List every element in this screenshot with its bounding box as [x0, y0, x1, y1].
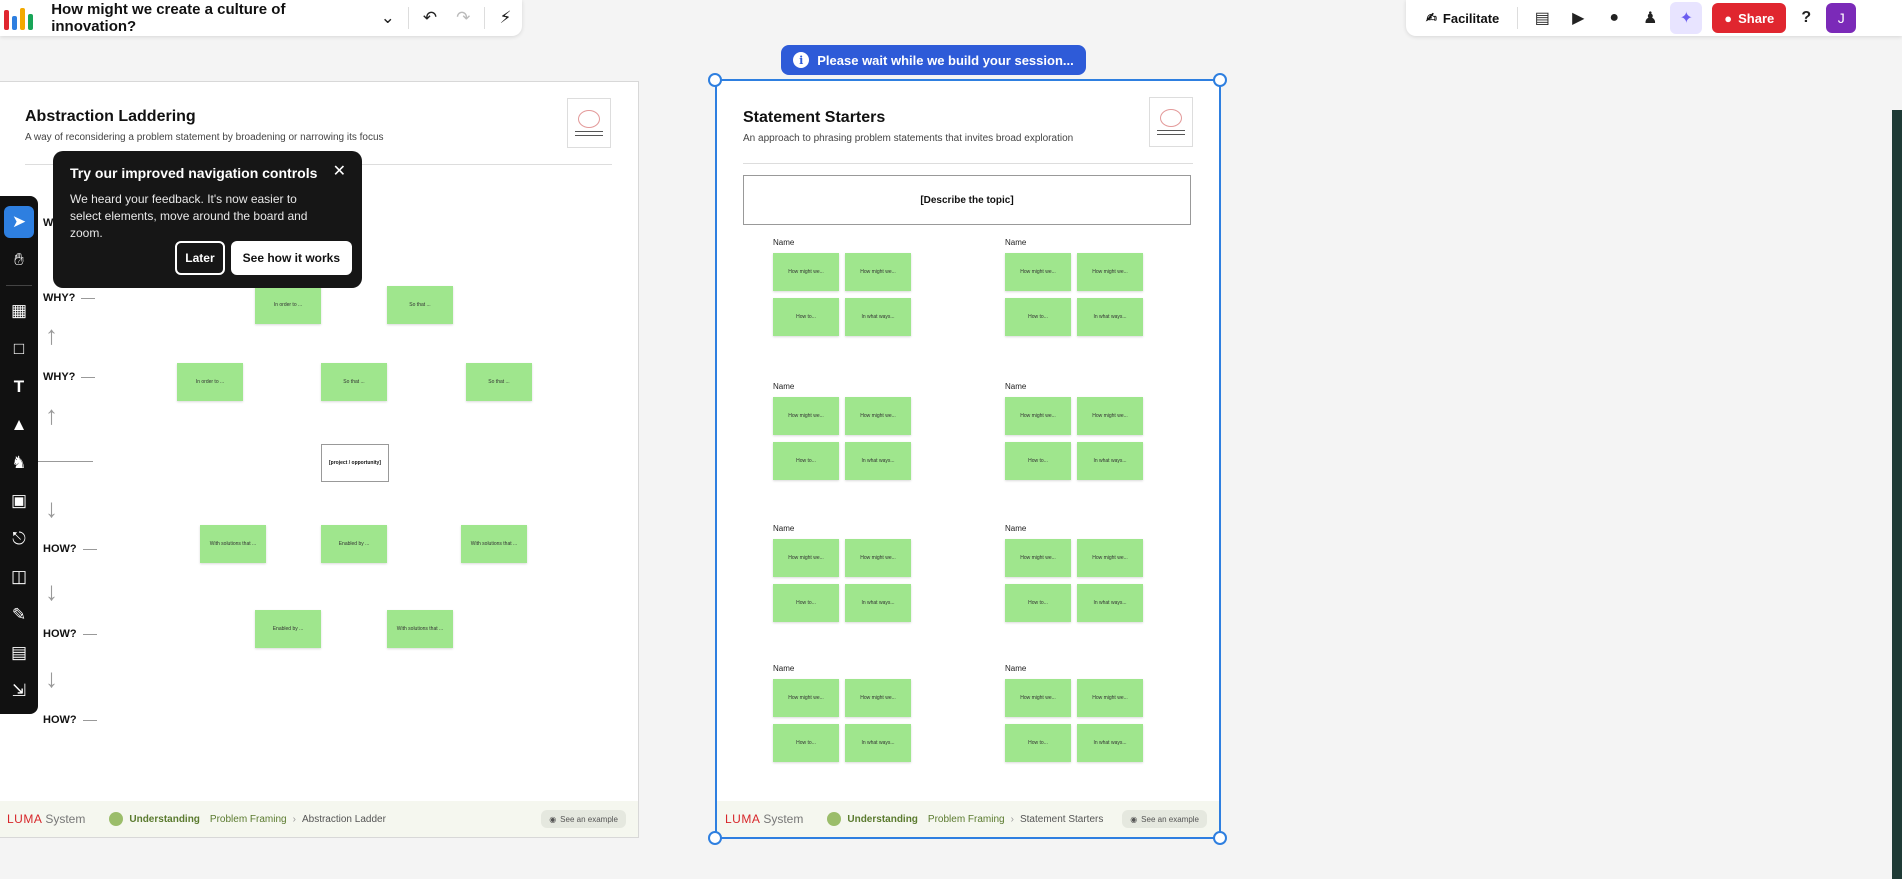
select-tool-icon[interactable]: ➤ [4, 206, 34, 238]
collaborators-icon[interactable]: ♟︎ [1634, 2, 1666, 34]
popup-title: Try our improved navigation controls [70, 165, 318, 181]
frame-subtitle: A way of reconsidering a problem stateme… [25, 132, 384, 143]
selection-outline [715, 79, 1221, 839]
popup-body: We heard your feedback. It's now easier … [70, 192, 308, 240]
window-edge [1892, 110, 1902, 879]
share-label: Share [1738, 10, 1775, 26]
icons-tool-icon[interactable]: ♞ [4, 447, 34, 479]
sticky-note[interactable]: So that ... [387, 286, 453, 324]
later-button[interactable]: Later [175, 241, 225, 275]
chevron-right-icon: › [292, 813, 296, 825]
diagram-icon[interactable]: ⎋ [4, 523, 34, 555]
frame-footer: LUMA System Understanding Problem Framin… [0, 801, 638, 837]
arrow-down-icon: ↓ [45, 576, 58, 606]
sticky-note[interactable]: With solutions that ... [461, 525, 527, 563]
sticky-note[interactable]: Enabled by ... [255, 610, 321, 648]
chevron-down-icon[interactable]: ⌄ [371, 1, 404, 35]
footer-group[interactable]: Problem Framing [210, 814, 287, 825]
divider [408, 7, 410, 29]
ladder-label-how: HOW? [43, 714, 97, 726]
topbar-left: How might we create a culture of innovat… [0, 0, 522, 36]
comment-icon[interactable]: ● [1598, 2, 1630, 34]
close-icon[interactable]: ✕ [333, 161, 346, 181]
see-how-it-works-button[interactable]: See how it works [230, 241, 352, 275]
sticky-note[interactable]: With solutions that ... [387, 610, 453, 648]
sticky-note[interactable]: So that ... [466, 363, 532, 401]
sticky-note-icon[interactable]: □ [4, 333, 34, 365]
sticky-note[interactable]: In order to ... [255, 286, 321, 324]
sticky-note[interactable]: Enabled by ... [321, 525, 387, 563]
frame-tool-icon[interactable]: ▤ [4, 637, 34, 669]
info-icon: i [793, 52, 810, 68]
ladder-label-why: WHY? [43, 292, 96, 304]
hand-tool-icon[interactable]: ✋︎ [4, 244, 34, 276]
navigation-controls-popup: Try our improved navigation controls We … [53, 151, 362, 288]
sticky-note[interactable]: So that ... [321, 363, 387, 401]
facilitate-icon: ✍︎ [1426, 10, 1437, 25]
table-icon[interactable]: ◫ [4, 561, 34, 593]
pen-icon[interactable]: ✎ [4, 599, 34, 631]
arrow-up-icon: ↑ [45, 400, 58, 430]
loading-banner: i Please wait while we build your sessio… [781, 45, 1086, 75]
frame-title: Abstraction Laddering [25, 108, 196, 125]
resize-handle[interactable] [1213, 831, 1227, 845]
toolbar-divider [6, 285, 32, 286]
redo-icon[interactable]: ↷ [447, 1, 480, 35]
board-title[interactable]: How might we create a culture of innovat… [51, 1, 367, 35]
project-opportunity-box[interactable]: [project / opportunity] [321, 444, 389, 482]
share-button[interactable]: ● Share [1712, 3, 1787, 33]
resize-handle[interactable] [708, 831, 722, 845]
lightning-icon[interactable]: ⚡︎ [489, 1, 522, 35]
avatar[interactable]: J [1826, 3, 1857, 33]
arrow-up-icon: ↑ [45, 320, 58, 350]
help-icon[interactable]: ? [1790, 2, 1822, 34]
mural-logo-icon[interactable] [4, 6, 37, 30]
ladder-label-how: HOW? [43, 628, 97, 640]
undo-icon[interactable]: ↶ [413, 1, 446, 35]
text-tool-icon[interactable]: T [4, 371, 34, 403]
ladder-label-how: HOW? [43, 543, 97, 555]
ladder-center-line [37, 461, 93, 462]
footer-method[interactable]: Abstraction Ladder [302, 814, 386, 825]
luma-brand: LUMA [7, 812, 43, 826]
image-icon[interactable]: ▣ [4, 485, 34, 517]
presentation-icon[interactable]: ▶ [1562, 2, 1594, 34]
outline-icon[interactable]: ▤ [1526, 2, 1558, 34]
arrow-down-icon: ↓ [45, 663, 58, 693]
left-toolbar: ➤ ✋︎ ▦ □ T ▲ ♞ ▣ ⎋ ◫ ✎ ▤ ⇲ [0, 196, 38, 714]
facilitate-button[interactable]: ✍︎ Facilitate [1416, 3, 1509, 33]
popup-actions: Later See how it works [175, 241, 352, 275]
sticky-note[interactable]: In order to ... [177, 363, 243, 401]
luma-system: System [45, 812, 86, 826]
divider [1517, 7, 1519, 29]
templates-icon[interactable]: ▦ [4, 295, 34, 327]
banner-text: Please wait while we build your session.… [817, 52, 1074, 68]
resize-handle[interactable] [1213, 73, 1227, 87]
see-example-button[interactable]: ◉ See an example [541, 810, 626, 828]
understanding-icon [109, 812, 124, 826]
footer-category[interactable]: Understanding [129, 814, 200, 825]
shapes-icon[interactable]: ▲ [4, 409, 34, 441]
arrow-down-icon: ↓ [45, 493, 58, 523]
ai-sparkle-icon[interactable]: ✦ [1670, 2, 1703, 34]
resize-handle[interactable] [708, 73, 722, 87]
export-icon[interactable]: ⇲ [4, 675, 34, 707]
share-icon: ● [1724, 10, 1733, 26]
ladder-label-why: WHY? [43, 371, 96, 383]
facilitate-label: Facilitate [1442, 10, 1500, 26]
see-example-label: See an example [560, 814, 618, 824]
method-thumbnail-icon [567, 98, 611, 148]
topbar-right: ✍︎ Facilitate ▤ ▶ ● ♟︎ ✦ ● Share ? J [1406, 0, 1902, 36]
eye-icon: ◉ [549, 814, 557, 824]
divider [483, 7, 485, 29]
sticky-note[interactable]: With solutions that ... [200, 525, 266, 563]
